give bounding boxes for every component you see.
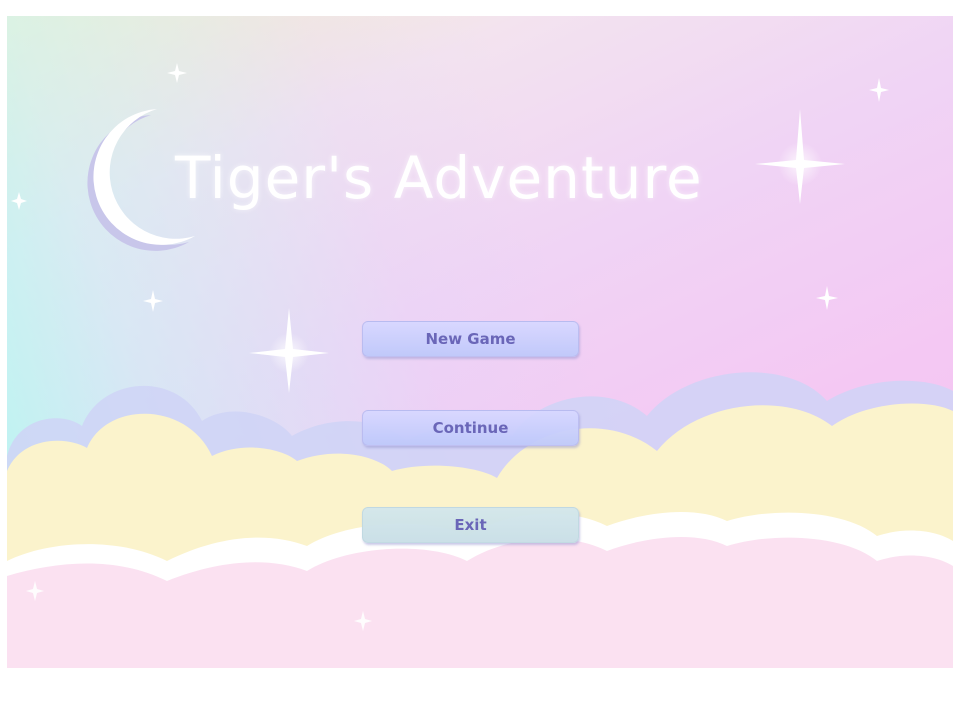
sparkle-star-large-2: [249, 308, 329, 393]
sparkle-star-large-1: [755, 109, 845, 204]
game-canvas: Tiger's Adventure New Game Continue Exit: [7, 16, 953, 668]
sparkle-star-small-8: [11, 192, 27, 210]
sparkle-star-small-4: [816, 286, 838, 310]
exit-button[interactable]: Exit: [362, 507, 579, 543]
sparkle-star-small-2: [869, 78, 889, 102]
continue-button[interactable]: Continue: [362, 410, 579, 446]
sparkle-star-small-3: [143, 290, 163, 312]
sparkle-star-small-1: [167, 63, 187, 83]
new-game-button[interactable]: New Game: [362, 321, 579, 357]
game-title: Tiger's Adventure: [175, 144, 703, 212]
